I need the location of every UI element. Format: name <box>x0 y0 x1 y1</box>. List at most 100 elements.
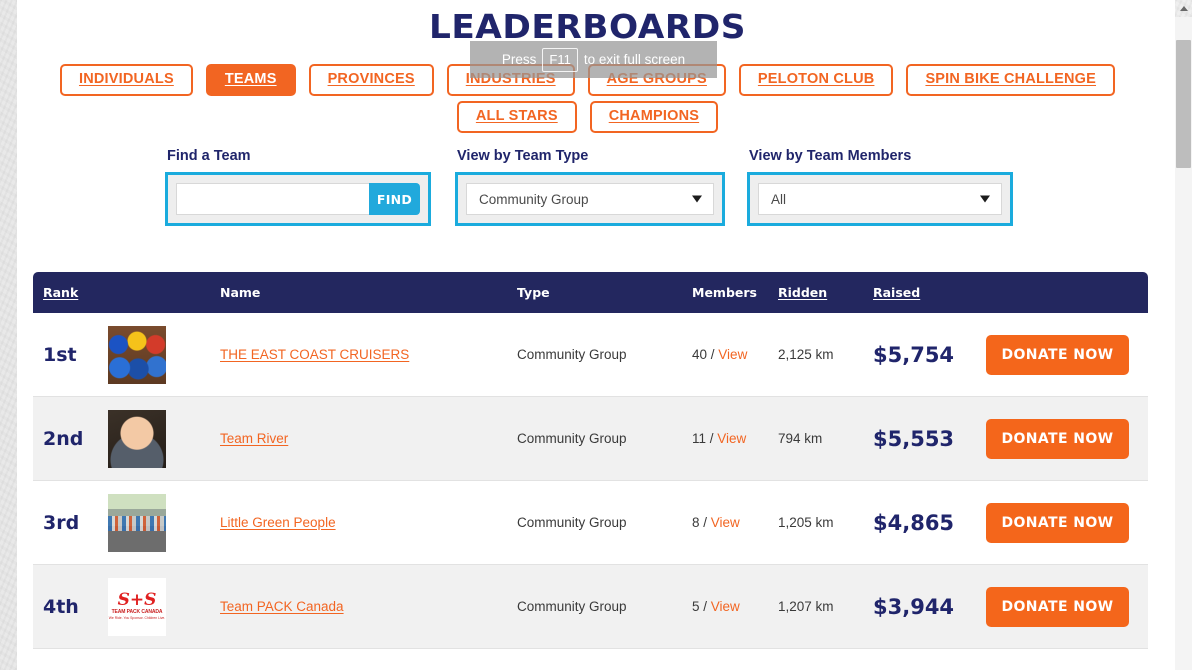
name-cell: Little Green People <box>220 514 517 532</box>
tab-champions[interactable]: CHAMPIONS <box>589 101 719 133</box>
find-team-label: Find a Team <box>167 148 251 164</box>
type-cell: Community Group <box>517 430 692 448</box>
team-name-link[interactable]: Team PACK Canada <box>220 599 344 614</box>
thumbnail-cell: S+S TEAM PACK CANADA We Ride. You Sponsor.… <box>108 577 220 636</box>
table-row: 4th S+S TEAM PACK CANADA We Ride. You Spons… <box>33 565 1148 649</box>
action-cell: DONATE NOW <box>986 502 1148 543</box>
chevron-down-icon <box>980 195 990 203</box>
list-item-thumbnail: S+S <box>118 661 176 670</box>
scrollbar-thumb[interactable] <box>1176 40 1191 168</box>
team-type-value: Community Group <box>517 514 627 530</box>
column-header-raised[interactable]: Raised <box>873 285 986 300</box>
rank-cell: 1st <box>33 344 108 366</box>
tab-age-groups[interactable]: AGE GROUPS <box>587 64 726 96</box>
vertical-scrollbar[interactable] <box>1175 0 1192 670</box>
team-members-selected-value: All <box>771 191 787 207</box>
tab-row-primary: INDIVIDUALS TEAMS PROVINCES INDUSTRIES AGE G… <box>17 64 1158 96</box>
tab-industries[interactable]: INDUSTRIES <box>446 64 575 96</box>
amount-raised-value: $4,865 <box>873 510 955 535</box>
find-team-filter: Find a Team FIND <box>165 148 431 226</box>
donate-now-button[interactable]: DONATE NOW <box>986 502 1129 543</box>
name-cell: Team River <box>220 430 517 448</box>
column-header-rank[interactable]: Rank <box>33 285 108 300</box>
team-type-value: Community Group <box>517 346 627 362</box>
team-thumbnail-image <box>108 493 166 552</box>
search-input[interactable] <box>176 183 369 215</box>
team-thumbnail-image <box>108 409 166 468</box>
tab-row-secondary: ALL STARS CHAMPIONS <box>17 101 1158 133</box>
table-row: 3rd Little Green People Community Group 8 /… <box>33 481 1148 565</box>
table-row-partial-next: S+S <box>33 649 1148 670</box>
type-cell: Community Group <box>517 346 692 364</box>
team-name-link[interactable]: THE EAST COAST CRUISERS <box>220 347 409 362</box>
donate-now-button[interactable]: DONATE NOW <box>986 586 1129 627</box>
members-separator: / <box>706 430 718 446</box>
rank-cell: 3rd <box>33 512 108 534</box>
page-title: LEADERBOARDS <box>428 7 747 46</box>
pack-logo-title: TEAM PACK CANADA <box>111 609 163 615</box>
distance-ridden-value: 1,207 km <box>778 598 834 614</box>
tab-provinces[interactable]: PROVINCES <box>308 64 434 96</box>
donate-now-button[interactable]: DONATE NOW <box>986 418 1129 459</box>
tab-teams[interactable]: TEAMS <box>205 64 296 96</box>
find-button[interactable]: FIND <box>369 183 420 215</box>
find-team-frame: FIND <box>165 172 431 226</box>
raised-cell: $5,553 <box>873 427 986 451</box>
pack-logo-subtitle: We Ride. You Sponsor. Children Live. <box>108 616 166 620</box>
members-cell: 8 / View <box>692 514 778 532</box>
table-header-row: Rank Name Type Members Ridden Raised <box>33 272 1148 313</box>
table-body: 1st THE EAST COAST CRUISERS Community Grou… <box>33 313 1148 649</box>
team-name-link[interactable]: Little Green People <box>220 515 336 530</box>
amount-raised-value: $3,944 <box>873 594 955 619</box>
rank-cell: 2nd <box>33 428 108 450</box>
team-type-select[interactable]: Community Group <box>466 183 714 215</box>
browser-viewport: LEADERBOARDS INDIVIDUALS TEAMS PROVINCES IN… <box>0 0 1192 670</box>
members-count: 5 <box>692 598 700 614</box>
team-name-link[interactable]: Team River <box>220 431 288 446</box>
column-header-ridden[interactable]: Ridden <box>778 285 873 300</box>
rank-cell: 4th <box>33 596 108 618</box>
raised-cell: $5,754 <box>873 343 986 367</box>
ridden-cell: 2,125 km <box>778 346 873 364</box>
members-separator: / <box>699 514 711 530</box>
thumbnail-cell <box>108 409 220 468</box>
raised-cell: $4,865 <box>873 511 986 535</box>
team-type-frame: Community Group <box>455 172 725 226</box>
distance-ridden-value: 2,125 km <box>778 346 834 362</box>
amount-raised-value: $5,754 <box>873 342 955 367</box>
donate-now-button[interactable]: DONATE NOW <box>986 334 1129 375</box>
rank-value: 4th <box>43 595 79 618</box>
leaderboard-table: Rank Name Type Members Ridden Raised 1st… <box>33 272 1148 670</box>
view-members-link[interactable]: View <box>718 347 747 362</box>
team-thumbnail-image: S+S TEAM PACK CANADA We Ride. You Sponsor.… <box>108 577 166 636</box>
members-separator: / <box>699 598 711 614</box>
team-thumbnail-image <box>108 325 166 384</box>
action-cell: DONATE NOW <box>986 334 1148 375</box>
team-type-filter: View by Team Type Community Group <box>455 148 725 226</box>
view-members-link[interactable]: View <box>717 431 746 446</box>
scroll-up-arrow-icon[interactable] <box>1175 0 1192 17</box>
view-members-link[interactable]: View <box>711 599 740 614</box>
tab-all-stars[interactable]: ALL STARS <box>456 101 577 133</box>
members-count: 11 <box>692 430 707 446</box>
members-count: 8 <box>692 514 700 530</box>
type-cell: Community Group <box>517 514 692 532</box>
members-separator: / <box>707 346 719 362</box>
left-texture-gutter <box>0 0 17 670</box>
tab-individuals[interactable]: INDIVIDUALS <box>59 64 193 96</box>
team-type-value: Community Group <box>517 430 627 446</box>
members-count: 40 <box>692 346 708 362</box>
pack-logo-mark: S+S <box>117 590 157 610</box>
tab-peloton-club[interactable]: PELOTON CLUB <box>738 64 894 96</box>
leaderboard-tabs: INDIVIDUALS TEAMS PROVINCES INDUSTRIES AGE G… <box>17 64 1158 138</box>
rank-value: 1st <box>43 343 77 366</box>
chevron-down-icon <box>692 195 702 203</box>
ridden-cell: 794 km <box>778 430 873 448</box>
team-members-select[interactable]: All <box>758 183 1002 215</box>
tab-spin-bike-challenge[interactable]: SPIN BIKE CHALLENGE <box>906 64 1116 96</box>
action-cell: DONATE NOW <box>986 418 1148 459</box>
view-members-link[interactable]: View <box>711 515 740 530</box>
ridden-cell: 1,205 km <box>778 514 873 532</box>
distance-ridden-value: 1,205 km <box>778 514 834 530</box>
table-row: 2nd Team River Community Group 11 / View 794… <box>33 397 1148 481</box>
